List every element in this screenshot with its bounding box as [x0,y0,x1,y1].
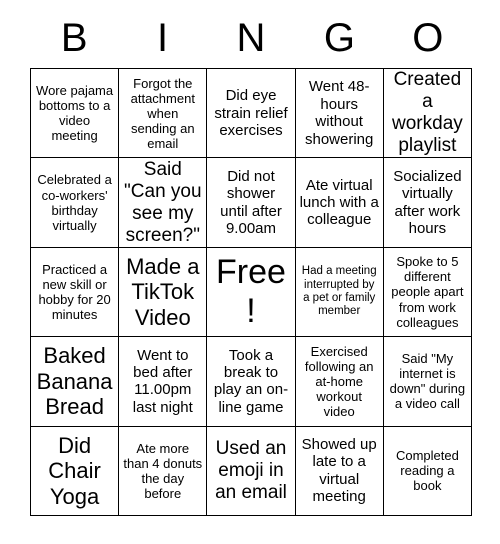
bingo-cell[interactable]: Practiced a new skill or hobby for 20 mi… [31,247,120,338]
bingo-grid: Wore pajama bottoms to a video meeting Fo… [30,68,472,516]
bingo-cell-text: Celebrated a co-workers' birthday virtua… [37,172,112,233]
bingo-cell[interactable]: Created a workday playlist [383,69,472,159]
header-letter-n: N [236,16,266,60]
bingo-cell[interactable]: Spoke to 5 different people apart from w… [383,247,472,338]
bingo-cell[interactable]: Did eye strain relief exercises [207,69,296,159]
bingo-cell-text: Forgot the attachment when sending an em… [130,75,195,151]
bingo-cell[interactable]: Said "My internet is down" during a vide… [383,337,472,427]
bingo-cell-text: Did not shower until after 9.00am [220,167,282,237]
bingo-cell[interactable]: Celebrated a co-workers' birthday virtua… [31,158,120,248]
header-letter-i: I [157,16,169,60]
bingo-cell-text: Went 48-hours without showering [305,78,374,148]
bingo-cell-text: Free! [216,252,286,330]
bingo-cell-text: Showed up late to a virtual meeting [301,436,377,506]
bingo-cell-text: Ate more than 4 donuts the day before [123,440,203,501]
bingo-cell[interactable]: Wore pajama bottoms to a video meeting [31,69,120,159]
bingo-cell-text: Went to bed after 11.00pm last night [132,346,193,416]
bingo-cell-text: Socialized virtually after work hours [393,167,462,237]
bingo-cell[interactable]: Had a meeting interrupted by a pet or fa… [295,247,384,338]
bingo-cell[interactable]: Ate more than 4 donuts the day before [119,426,208,516]
bingo-cell[interactable]: Did not shower until after 9.00am [207,158,296,248]
bingo-cell[interactable]: Made a TikTok Video [119,247,208,338]
bingo-cell-text: Used an emoji in an email [215,437,287,503]
bingo-cell[interactable]: Took a break to play an on-line game [207,337,296,427]
bingo-cell-text: Ate virtual lunch with a colleague [299,176,379,229]
bingo-cell-free[interactable]: Free! [207,247,296,338]
bingo-cell[interactable]: Forgot the attachment when sending an em… [119,69,208,159]
bingo-cell[interactable]: Exercised following an at-home workout v… [295,337,384,427]
bingo-cell-text: Wore pajama bottoms to a video meeting [36,83,114,144]
header-letter-o: O [412,16,444,60]
bingo-cell-text: Baked Banana Bread [36,343,113,420]
bingo-cell[interactable]: Went to bed after 11.00pm last night [119,337,208,427]
bingo-cell-text: Spoke to 5 different people apart from w… [391,254,464,330]
bingo-cell[interactable]: Said "Can you see my screen?" [119,158,208,248]
bingo-cell[interactable]: Did Chair Yoga [31,426,120,516]
bingo-cell-text: Said "Can you see my screen?" [124,158,202,246]
bingo-cell-text: Took a break to play an on-line game [213,346,289,416]
bingo-header-row: B I N G O [30,8,472,68]
bingo-cell-text: Created a workday playlist [392,69,463,157]
bingo-cell-text: Completed reading a book [395,448,459,494]
header-letter-b: B [60,16,88,60]
bingo-cell[interactable]: Baked Banana Bread [31,337,120,427]
bingo-cell-text: Practiced a new skill or hobby for 20 mi… [38,261,111,323]
bingo-card: B I N G O Wore pajama bottoms to a video… [30,8,472,518]
bingo-cell[interactable]: Socialized virtually after work hours [383,158,472,248]
bingo-cell-text: Made a TikTok Video [126,253,200,330]
header-letter-g: G [323,16,355,60]
bingo-cell-text: Had a meeting interrupted by a pet or fa… [301,265,377,318]
bingo-cell[interactable]: Went 48-hours without showering [295,69,384,159]
bingo-cell-text: Said "My internet is down" during a vide… [389,351,466,412]
bingo-cell[interactable]: Ate virtual lunch with a colleague [295,158,384,248]
bingo-cell[interactable]: Used an emoji in an email [207,426,296,516]
bingo-cell[interactable]: Showed up late to a virtual meeting [295,426,384,516]
bingo-cell[interactable]: Completed reading a book [383,426,472,516]
bingo-cell-text: Did Chair Yoga [48,432,101,509]
bingo-cell-text: Did eye strain relief exercises [214,87,288,139]
bingo-cell-text: Exercised following an at-home workout v… [304,343,374,419]
